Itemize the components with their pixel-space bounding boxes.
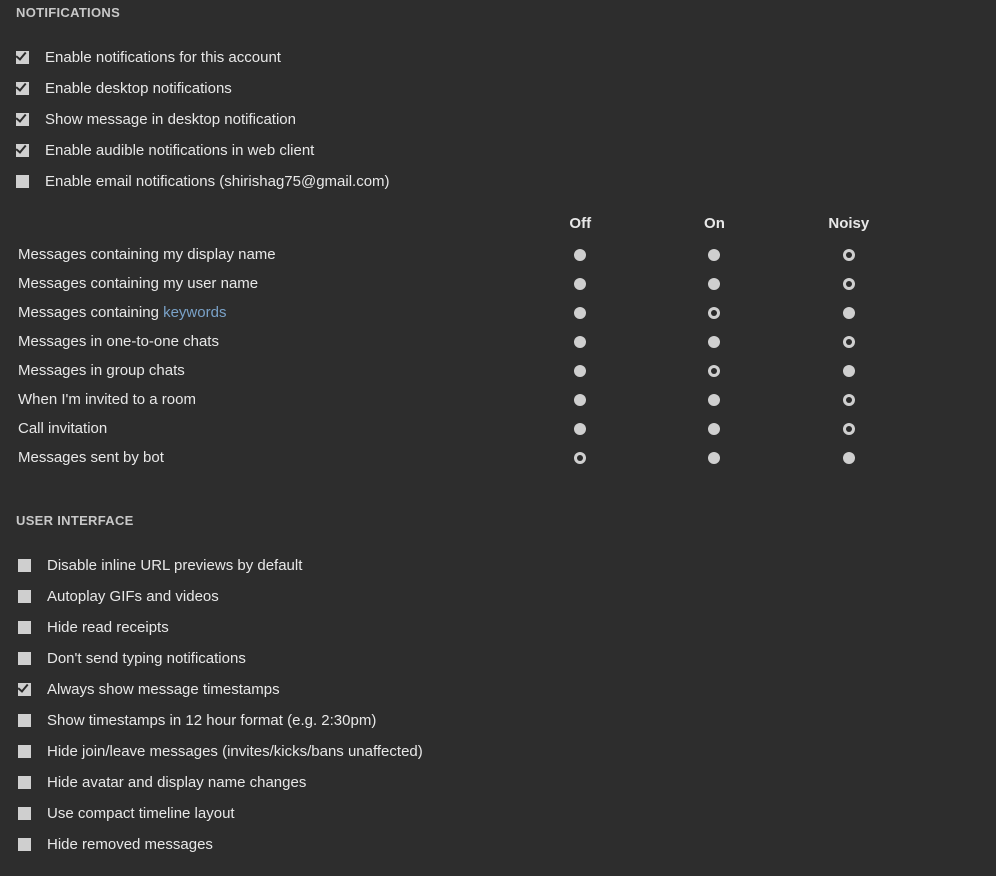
notif-checkbox[interactable] bbox=[16, 51, 29, 64]
keywords-link[interactable]: keywords bbox=[163, 304, 226, 321]
notifications-checkbox-list: Enable notifications for this account Ena… bbox=[16, 44, 980, 195]
col-noisy: Noisy bbox=[782, 213, 916, 240]
notif-row: Show message in desktop notification bbox=[16, 106, 980, 133]
notif-label[interactable]: Show message in desktop notification bbox=[45, 109, 296, 130]
ui-row: Hide avatar and display name changes bbox=[18, 769, 980, 796]
rule-radio-off[interactable] bbox=[574, 394, 586, 406]
rule-row: Messages sent by bot bbox=[16, 443, 916, 472]
rule-radio-on[interactable] bbox=[708, 394, 720, 406]
rule-label: Messages containing my display name bbox=[16, 240, 513, 269]
ui-checkbox[interactable] bbox=[18, 745, 31, 758]
notif-row: Enable email notifications (shirishag75@… bbox=[16, 168, 980, 195]
notif-row: Enable desktop notifications bbox=[16, 75, 980, 102]
ui-row: Use compact timeline layout bbox=[18, 800, 980, 827]
rule-radio-noisy[interactable] bbox=[843, 278, 855, 290]
rule-label: Messages in group chats bbox=[16, 356, 513, 385]
notif-checkbox[interactable] bbox=[16, 113, 29, 126]
rule-radio-off[interactable] bbox=[574, 278, 586, 290]
rule-row: Call invitation bbox=[16, 414, 916, 443]
ui-label[interactable]: Hide removed messages bbox=[47, 834, 213, 855]
rule-radio-noisy[interactable] bbox=[843, 452, 855, 464]
ui-row: Show timestamps in 12 hour format (e.g. … bbox=[18, 707, 980, 734]
ui-row: Disable inline URL previews by default bbox=[18, 552, 980, 579]
rule-label: Call invitation bbox=[16, 414, 513, 443]
rule-radio-off[interactable] bbox=[574, 336, 586, 348]
ui-label[interactable]: Always show message timestamps bbox=[47, 679, 280, 700]
col-on: On bbox=[647, 213, 781, 240]
ui-row: Hide join/leave messages (invites/kicks/… bbox=[18, 738, 980, 765]
notif-label[interactable]: Enable desktop notifications bbox=[45, 78, 232, 99]
ui-checkbox[interactable] bbox=[18, 683, 31, 696]
rule-radio-off[interactable] bbox=[574, 365, 586, 377]
rule-row: Messages in group chats bbox=[16, 356, 916, 385]
ui-label[interactable]: Hide read receipts bbox=[47, 617, 169, 638]
rule-radio-noisy[interactable] bbox=[843, 249, 855, 261]
ui-checkbox[interactable] bbox=[18, 621, 31, 634]
rule-label: Messages in one-to-one chats bbox=[16, 327, 513, 356]
notif-checkbox[interactable] bbox=[16, 82, 29, 95]
notif-label[interactable]: Enable notifications for this account bbox=[45, 47, 281, 68]
ui-checkbox-list: Disable inline URL previews by default Au… bbox=[18, 552, 980, 858]
rule-radio-on[interactable] bbox=[708, 423, 720, 435]
ui-row: Autoplay GIFs and videos bbox=[18, 583, 980, 610]
user-interface-heading: User Interface bbox=[16, 512, 980, 530]
rule-row: Messages in one-to-one chats bbox=[16, 327, 916, 356]
ui-label[interactable]: Autoplay GIFs and videos bbox=[47, 586, 219, 607]
rule-radio-off[interactable] bbox=[574, 423, 586, 435]
rule-row: Messages containing keywords bbox=[16, 298, 916, 327]
notifications-heading: Notifications bbox=[16, 4, 980, 22]
ui-checkbox[interactable] bbox=[18, 776, 31, 789]
rule-radio-on[interactable] bbox=[708, 452, 720, 464]
rule-row: Messages containing my display name bbox=[16, 240, 916, 269]
rule-label: Messages containing keywords bbox=[16, 298, 513, 327]
notif-checkbox[interactable] bbox=[16, 144, 29, 157]
rule-radio-noisy[interactable] bbox=[843, 365, 855, 377]
rule-row: When I'm invited to a room bbox=[16, 385, 916, 414]
notif-checkbox[interactable] bbox=[16, 175, 29, 188]
ui-checkbox[interactable] bbox=[18, 838, 31, 851]
ui-checkbox[interactable] bbox=[18, 807, 31, 820]
ui-label[interactable]: Hide join/leave messages (invites/kicks/… bbox=[47, 741, 423, 762]
ui-label[interactable]: Don't send typing notifications bbox=[47, 648, 246, 669]
ui-label[interactable]: Show timestamps in 12 hour format (e.g. … bbox=[47, 710, 376, 731]
notif-row: Enable audible notifications in web clie… bbox=[16, 137, 980, 164]
ui-checkbox[interactable] bbox=[18, 714, 31, 727]
rule-radio-noisy[interactable] bbox=[843, 336, 855, 348]
notif-row: Enable notifications for this account bbox=[16, 44, 980, 71]
rule-radio-on[interactable] bbox=[708, 278, 720, 290]
ui-checkbox[interactable] bbox=[18, 652, 31, 665]
notification-rules-table: Off On Noisy Messages containing my disp… bbox=[16, 213, 916, 472]
notif-label[interactable]: Enable audible notifications in web clie… bbox=[45, 140, 314, 161]
ui-label[interactable]: Use compact timeline layout bbox=[47, 803, 235, 824]
ui-row: Always show message timestamps bbox=[18, 676, 980, 703]
rule-label: When I'm invited to a room bbox=[16, 385, 513, 414]
rule-radio-on[interactable] bbox=[708, 307, 720, 319]
ui-row: Hide read receipts bbox=[18, 614, 980, 641]
rule-radio-noisy[interactable] bbox=[843, 423, 855, 435]
rule-radio-off[interactable] bbox=[574, 249, 586, 261]
ui-checkbox[interactable] bbox=[18, 559, 31, 572]
rule-radio-noisy[interactable] bbox=[843, 307, 855, 319]
rule-radio-on[interactable] bbox=[708, 336, 720, 348]
rule-radio-noisy[interactable] bbox=[843, 394, 855, 406]
ui-checkbox[interactable] bbox=[18, 590, 31, 603]
rule-row: Messages containing my user name bbox=[16, 269, 916, 298]
col-off: Off bbox=[513, 213, 647, 240]
rule-radio-on[interactable] bbox=[708, 249, 720, 261]
rule-label: Messages containing my user name bbox=[16, 269, 513, 298]
ui-label[interactable]: Disable inline URL previews by default bbox=[47, 555, 302, 576]
rule-label: Messages sent by bot bbox=[16, 443, 513, 472]
rule-radio-off[interactable] bbox=[574, 307, 586, 319]
rule-radio-off[interactable] bbox=[574, 452, 586, 464]
ui-row: Don't send typing notifications bbox=[18, 645, 980, 672]
ui-row: Hide removed messages bbox=[18, 831, 980, 858]
notif-label[interactable]: Enable email notifications (shirishag75@… bbox=[45, 171, 390, 192]
rule-radio-on[interactable] bbox=[708, 365, 720, 377]
ui-label[interactable]: Hide avatar and display name changes bbox=[47, 772, 306, 793]
